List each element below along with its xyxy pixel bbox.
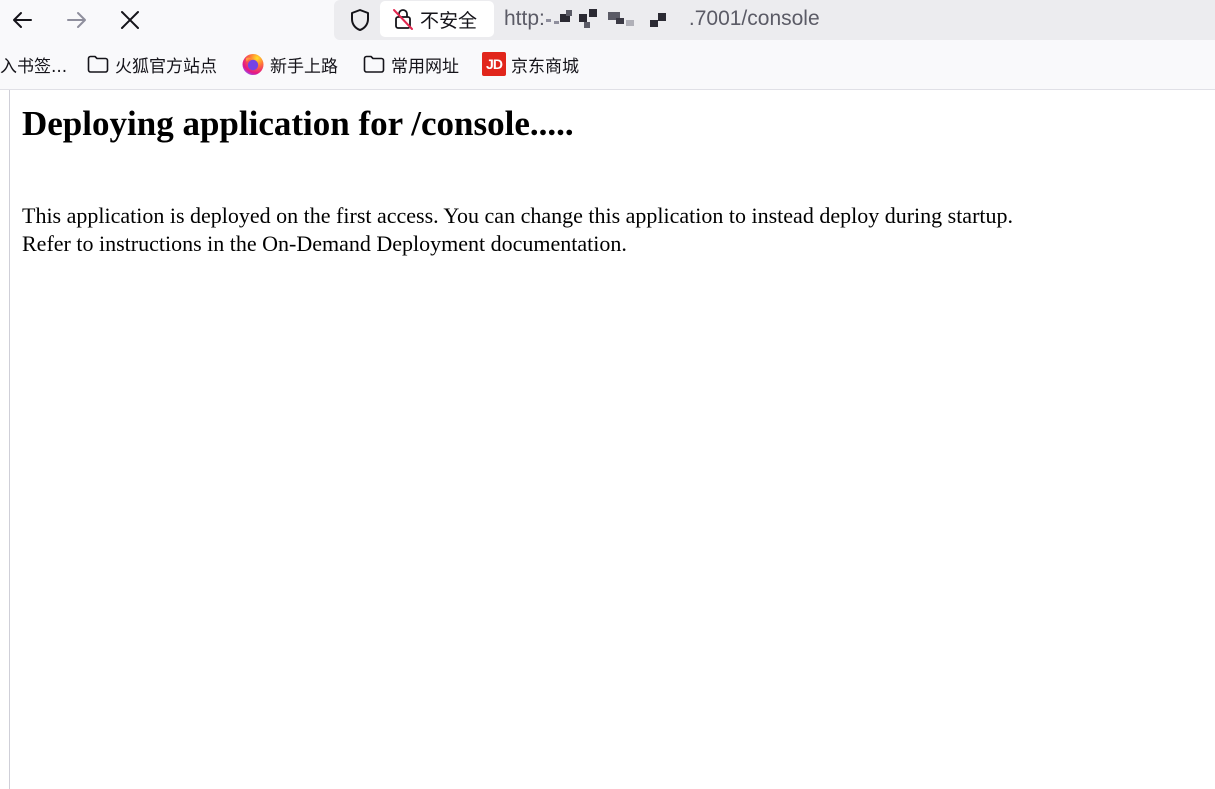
bookmark-getting-started[interactable]: 新手上路 [241, 50, 338, 78]
message-line-2: Refer to instructions in the On-Demand D… [22, 231, 627, 256]
jd-logo-icon: JD [482, 52, 506, 76]
close-icon [121, 11, 139, 29]
url-bar[interactable]: 不安全 http: .7001/console [334, 0, 1215, 40]
back-button[interactable] [5, 2, 41, 38]
bookmark-import[interactable]: 入书签... [0, 50, 67, 78]
url-suffix: .7001/console [688, 7, 820, 30]
bookmark-folder-firefox-sites[interactable]: 火狐官方站点 [86, 50, 217, 78]
bookmark-label: 入书签... [0, 56, 68, 77]
bookmarks-toolbar: 入书签... 火狐官方站点 新手上路 常用网址 JD 京东商城 [0, 40, 1215, 90]
bookmark-jd[interactable]: JD 京东商城 [482, 50, 579, 78]
tracking-protection-button[interactable] [344, 4, 376, 36]
shield-icon [351, 9, 369, 31]
forward-button[interactable] [58, 2, 94, 38]
url-input[interactable]: http: .7001/console [504, 0, 820, 38]
navigation-toolbar: 不安全 http: .7001/console [0, 0, 1215, 40]
insecure-lock-icon [392, 7, 414, 31]
arrow-left-icon [13, 12, 32, 28]
url-redacted-host [545, 8, 688, 30]
bookmark-label: 京东商城 [511, 56, 579, 77]
folder-icon [362, 52, 386, 76]
connection-not-secure-button[interactable]: 不安全 [380, 1, 494, 37]
bookmark-label: 新手上路 [270, 56, 338, 77]
arrow-right-icon [67, 12, 86, 28]
message-line-1: This application is deployed on the firs… [22, 203, 1014, 228]
security-label: 不安全 [420, 9, 478, 32]
page-content: Deploying application for /console..... … [9, 90, 1215, 789]
deployment-message: This application is deployed on the firs… [22, 202, 1013, 258]
stop-button[interactable] [112, 2, 148, 38]
page-heading: Deploying application for /console..... [22, 104, 574, 143]
bookmark-label: 火狐官方站点 [115, 56, 217, 77]
folder-icon [86, 52, 110, 76]
url-prefix: http: [504, 7, 545, 30]
bookmark-folder-common-sites[interactable]: 常用网址 [362, 50, 459, 78]
bookmark-label: 常用网址 [391, 56, 459, 77]
firefox-icon [241, 52, 265, 76]
